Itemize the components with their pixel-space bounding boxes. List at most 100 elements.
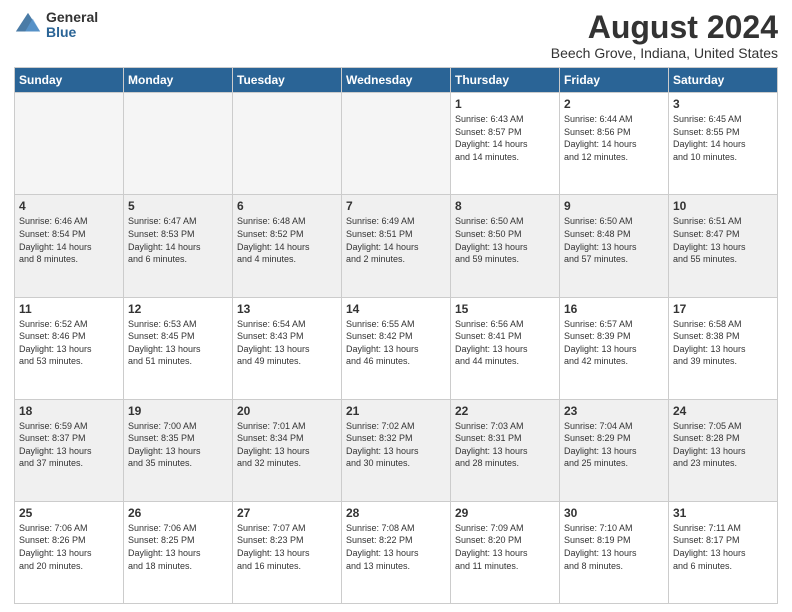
day-info: Sunrise: 7:02 AM Sunset: 8:32 PM Dayligh… (346, 420, 446, 470)
day-number: 3 (673, 97, 773, 111)
day-number: 13 (237, 302, 337, 316)
calendar-week-row: 25 Sunrise: 7:06 AM Sunset: 8:26 PM Dayli… (15, 501, 778, 603)
calendar-cell: 16 Sunrise: 6:57 AM Sunset: 8:39 PM Dayli… (560, 297, 669, 399)
calendar-day-header: Monday (124, 68, 233, 93)
page-header: General Blue August 2024 Beech Grove, In… (14, 10, 778, 61)
calendar-cell: 18Sunrise: 6:59 AM Sunset: 8:37 PM Dayli… (15, 399, 124, 501)
day-info: Sunrise: 7:05 AM Sunset: 8:28 PM Dayligh… (673, 420, 773, 470)
day-info: Sunrise: 7:04 AM Sunset: 8:29 PM Dayligh… (564, 420, 664, 470)
day-number: 27 (237, 506, 337, 520)
calendar-cell: 19 Sunrise: 7:00 AM Sunset: 8:35 PM Dayli… (124, 399, 233, 501)
day-number: 4 (19, 199, 119, 213)
calendar-day-header: Friday (560, 68, 669, 93)
calendar-cell: 24 Sunrise: 7:05 AM Sunset: 8:28 PM Dayli… (669, 399, 778, 501)
day-number: 12 (128, 302, 228, 316)
day-info: Sunrise: 7:03 AM Sunset: 8:31 PM Dayligh… (455, 420, 555, 470)
calendar-header-row: SundayMondayTuesdayWednesdayThursdayFrid… (15, 68, 778, 93)
day-info: Sunrise: 6:49 AM Sunset: 8:51 PM Dayligh… (346, 215, 446, 265)
day-info: Sunrise: 7:09 AM Sunset: 8:20 PM Dayligh… (455, 522, 555, 572)
calendar-cell: 17 Sunrise: 6:58 AM Sunset: 8:38 PM Dayli… (669, 297, 778, 399)
day-number: 28 (346, 506, 446, 520)
day-info: Sunrise: 6:56 AM Sunset: 8:41 PM Dayligh… (455, 318, 555, 368)
day-number: 1 (455, 97, 555, 111)
day-info: Sunrise: 6:55 AM Sunset: 8:42 PM Dayligh… (346, 318, 446, 368)
calendar-cell: 26 Sunrise: 7:06 AM Sunset: 8:25 PM Dayli… (124, 501, 233, 603)
title-block: August 2024 Beech Grove, Indiana, United… (551, 10, 778, 61)
calendar-table: SundayMondayTuesdayWednesdayThursdayFrid… (14, 67, 778, 604)
day-info: Sunrise: 7:08 AM Sunset: 8:22 PM Dayligh… (346, 522, 446, 572)
calendar-cell: 30Sunrise: 7:10 AM Sunset: 8:19 PM Dayli… (560, 501, 669, 603)
day-number: 11 (19, 302, 119, 316)
calendar-day-header: Saturday (669, 68, 778, 93)
calendar-cell: 10Sunrise: 6:51 AM Sunset: 8:47 PM Dayli… (669, 195, 778, 297)
calendar-cell: 4Sunrise: 6:46 AM Sunset: 8:54 PM Daylig… (15, 195, 124, 297)
calendar-cell (15, 93, 124, 195)
calendar-cell: 25 Sunrise: 7:06 AM Sunset: 8:26 PM Dayli… (15, 501, 124, 603)
logo-general: General (46, 10, 98, 25)
day-info: Sunrise: 7:01 AM Sunset: 8:34 PM Dayligh… (237, 420, 337, 470)
day-info: Sunrise: 6:45 AM Sunset: 8:55 PM Dayligh… (673, 113, 773, 163)
logo-blue: Blue (46, 25, 98, 40)
day-info: Sunrise: 7:06 AM Sunset: 8:26 PM Dayligh… (19, 522, 119, 572)
day-number: 25 (19, 506, 119, 520)
calendar-cell: 15Sunrise: 6:56 AM Sunset: 8:41 PM Dayli… (451, 297, 560, 399)
day-number: 17 (673, 302, 773, 316)
day-info: Sunrise: 6:44 AM Sunset: 8:56 PM Dayligh… (564, 113, 664, 163)
calendar-cell: 5Sunrise: 6:47 AM Sunset: 8:53 PM Daylig… (124, 195, 233, 297)
calendar-week-row: 18Sunrise: 6:59 AM Sunset: 8:37 PM Dayli… (15, 399, 778, 501)
calendar-day-header: Wednesday (342, 68, 451, 93)
day-info: Sunrise: 6:50 AM Sunset: 8:50 PM Dayligh… (455, 215, 555, 265)
calendar-cell: 27 Sunrise: 7:07 AM Sunset: 8:23 PM Dayli… (233, 501, 342, 603)
day-info: Sunrise: 7:07 AM Sunset: 8:23 PM Dayligh… (237, 522, 337, 572)
calendar-week-row: 1Sunrise: 6:43 AM Sunset: 8:57 PM Daylig… (15, 93, 778, 195)
calendar-cell: 11 Sunrise: 6:52 AM Sunset: 8:46 PM Dayli… (15, 297, 124, 399)
calendar-week-row: 11 Sunrise: 6:52 AM Sunset: 8:46 PM Dayli… (15, 297, 778, 399)
subtitle: Beech Grove, Indiana, United States (551, 45, 778, 61)
calendar-cell: 2Sunrise: 6:44 AM Sunset: 8:56 PM Daylig… (560, 93, 669, 195)
calendar-cell: 1Sunrise: 6:43 AM Sunset: 8:57 PM Daylig… (451, 93, 560, 195)
day-info: Sunrise: 6:57 AM Sunset: 8:39 PM Dayligh… (564, 318, 664, 368)
calendar-cell: 9Sunrise: 6:50 AM Sunset: 8:48 PM Daylig… (560, 195, 669, 297)
day-info: Sunrise: 6:58 AM Sunset: 8:38 PM Dayligh… (673, 318, 773, 368)
calendar-cell: 8Sunrise: 6:50 AM Sunset: 8:50 PM Daylig… (451, 195, 560, 297)
calendar-cell: 21 Sunrise: 7:02 AM Sunset: 8:32 PM Dayli… (342, 399, 451, 501)
day-info: Sunrise: 6:48 AM Sunset: 8:52 PM Dayligh… (237, 215, 337, 265)
day-number: 26 (128, 506, 228, 520)
day-number: 6 (237, 199, 337, 213)
logo-icon (14, 11, 42, 39)
calendar-cell: 20 Sunrise: 7:01 AM Sunset: 8:34 PM Dayli… (233, 399, 342, 501)
day-info: Sunrise: 7:11 AM Sunset: 8:17 PM Dayligh… (673, 522, 773, 572)
calendar-cell (233, 93, 342, 195)
logo-text: General Blue (46, 10, 98, 41)
day-number: 18 (19, 404, 119, 418)
day-number: 19 (128, 404, 228, 418)
day-info: Sunrise: 6:51 AM Sunset: 8:47 PM Dayligh… (673, 215, 773, 265)
logo: General Blue (14, 10, 98, 41)
day-number: 16 (564, 302, 664, 316)
calendar-cell: 7Sunrise: 6:49 AM Sunset: 8:51 PM Daylig… (342, 195, 451, 297)
day-number: 14 (346, 302, 446, 316)
day-number: 29 (455, 506, 555, 520)
day-info: Sunrise: 6:52 AM Sunset: 8:46 PM Dayligh… (19, 318, 119, 368)
calendar-cell: 12 Sunrise: 6:53 AM Sunset: 8:45 PM Dayli… (124, 297, 233, 399)
day-info: Sunrise: 6:53 AM Sunset: 8:45 PM Dayligh… (128, 318, 228, 368)
calendar-week-row: 4Sunrise: 6:46 AM Sunset: 8:54 PM Daylig… (15, 195, 778, 297)
day-number: 22 (455, 404, 555, 418)
calendar-cell: 14 Sunrise: 6:55 AM Sunset: 8:42 PM Dayli… (342, 297, 451, 399)
day-number: 24 (673, 404, 773, 418)
calendar-cell: 3 Sunrise: 6:45 AM Sunset: 8:55 PM Daylig… (669, 93, 778, 195)
calendar-cell: 22 Sunrise: 7:03 AM Sunset: 8:31 PM Dayli… (451, 399, 560, 501)
day-number: 20 (237, 404, 337, 418)
calendar-cell: 6 Sunrise: 6:48 AM Sunset: 8:52 PM Daylig… (233, 195, 342, 297)
day-info: Sunrise: 7:06 AM Sunset: 8:25 PM Dayligh… (128, 522, 228, 572)
main-title: August 2024 (551, 10, 778, 45)
calendar-cell: 13Sunrise: 6:54 AM Sunset: 8:43 PM Dayli… (233, 297, 342, 399)
calendar-day-header: Sunday (15, 68, 124, 93)
calendar-day-header: Thursday (451, 68, 560, 93)
calendar-day-header: Tuesday (233, 68, 342, 93)
day-number: 23 (564, 404, 664, 418)
day-number: 31 (673, 506, 773, 520)
day-info: Sunrise: 7:00 AM Sunset: 8:35 PM Dayligh… (128, 420, 228, 470)
day-number: 21 (346, 404, 446, 418)
day-info: Sunrise: 6:47 AM Sunset: 8:53 PM Dayligh… (128, 215, 228, 265)
